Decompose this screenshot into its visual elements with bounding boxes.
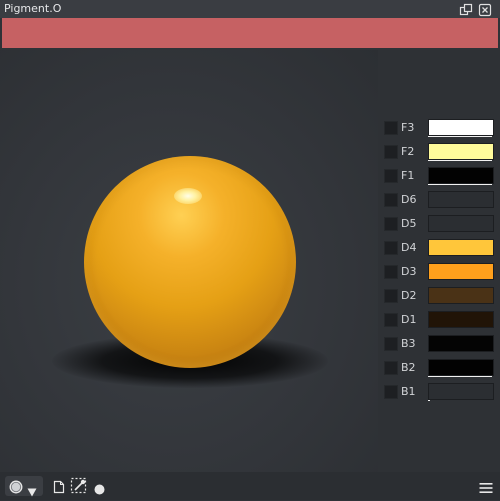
swatch-checkbox[interactable] xyxy=(384,361,398,375)
swatch-checkbox[interactable] xyxy=(384,385,398,399)
sphere-highlight xyxy=(174,188,202,204)
swatch-row-d5: D5 xyxy=(384,215,496,233)
window-title: Pigment.O xyxy=(4,2,62,15)
swatch-row-f1: F1 xyxy=(384,167,496,185)
swatch-checkbox[interactable] xyxy=(384,121,398,135)
color-swatch-d5[interactable] xyxy=(428,215,494,232)
swatch-underline xyxy=(428,400,430,401)
swatch-underline xyxy=(428,160,492,161)
swatch-checkbox[interactable] xyxy=(384,337,398,351)
swatch-checkbox[interactable] xyxy=(384,265,398,279)
color-swatch-d2[interactable] xyxy=(428,287,494,304)
title-bar: Pigment.O xyxy=(0,0,500,18)
swatch-label: D1 xyxy=(401,313,417,326)
color-preview-viewport[interactable] xyxy=(0,50,378,472)
color-swatch-d1[interactable] xyxy=(428,311,494,328)
swatch-checkbox[interactable] xyxy=(384,217,398,231)
color-swatch-f3[interactable] xyxy=(428,119,494,136)
swatch-label: D6 xyxy=(401,193,417,206)
float-window-icon[interactable] xyxy=(459,2,473,16)
swatch-row-d6: D6 xyxy=(384,191,496,209)
swatch-row-f3: F3 xyxy=(384,119,496,137)
swatch-underline xyxy=(428,184,492,185)
swatch-row-f2: F2 xyxy=(384,143,496,161)
swatch-label: D2 xyxy=(401,289,417,302)
swatch-underline xyxy=(428,376,492,377)
color-picker-icon[interactable] xyxy=(70,477,88,499)
current-color-bar[interactable] xyxy=(2,18,498,48)
swatch-label: B3 xyxy=(401,337,416,350)
swatch-checkbox[interactable] xyxy=(384,193,398,207)
color-swatch-b1[interactable] xyxy=(428,383,494,400)
swatch-label: F1 xyxy=(401,169,415,182)
dropdown-arrow-icon xyxy=(27,482,37,501)
swatch-label: D3 xyxy=(401,265,417,278)
swatch-checkbox[interactable] xyxy=(384,289,398,303)
swatch-panel xyxy=(378,50,500,472)
swatch-checkbox[interactable] xyxy=(384,241,398,255)
mode-selector-button[interactable] xyxy=(5,476,43,498)
dot-icon[interactable] xyxy=(94,480,105,499)
swatch-row-b3: B3 xyxy=(384,335,496,353)
color-preview-sphere xyxy=(84,156,296,368)
swatch-label: B1 xyxy=(401,385,416,398)
swatch-row-b2: B2 xyxy=(384,359,496,377)
color-swatch-b2[interactable] xyxy=(428,359,494,376)
swatch-label: F2 xyxy=(401,145,415,158)
swatch-checkbox[interactable] xyxy=(384,145,398,159)
swatch-row-b1: B1 xyxy=(384,383,496,401)
color-swatch-f2[interactable] xyxy=(428,143,494,160)
swatch-underline xyxy=(428,136,492,137)
close-icon[interactable] xyxy=(478,2,492,17)
swatch-label: D4 xyxy=(401,241,417,254)
swatch-row-d2: D2 xyxy=(384,287,496,305)
hamburger-menu-icon[interactable] xyxy=(479,479,493,498)
swatch-label: D5 xyxy=(401,217,417,230)
swatch-row-d1: D1 xyxy=(384,311,496,329)
swatch-checkbox[interactable] xyxy=(384,313,398,327)
swatch-label: B2 xyxy=(401,361,416,374)
document-icon[interactable] xyxy=(53,479,65,498)
color-swatch-d6[interactable] xyxy=(428,191,494,208)
color-swatch-b3[interactable] xyxy=(428,335,494,352)
color-swatch-d4[interactable] xyxy=(428,239,494,256)
swatch-checkbox[interactable] xyxy=(384,169,398,183)
color-swatch-f1[interactable] xyxy=(428,167,494,184)
color-swatch-d3[interactable] xyxy=(428,263,494,280)
circle-mode-icon xyxy=(9,479,23,498)
swatch-label: F3 xyxy=(401,121,415,134)
swatch-row-d4: D4 xyxy=(384,239,496,257)
swatch-row-d3: D3 xyxy=(384,263,496,281)
